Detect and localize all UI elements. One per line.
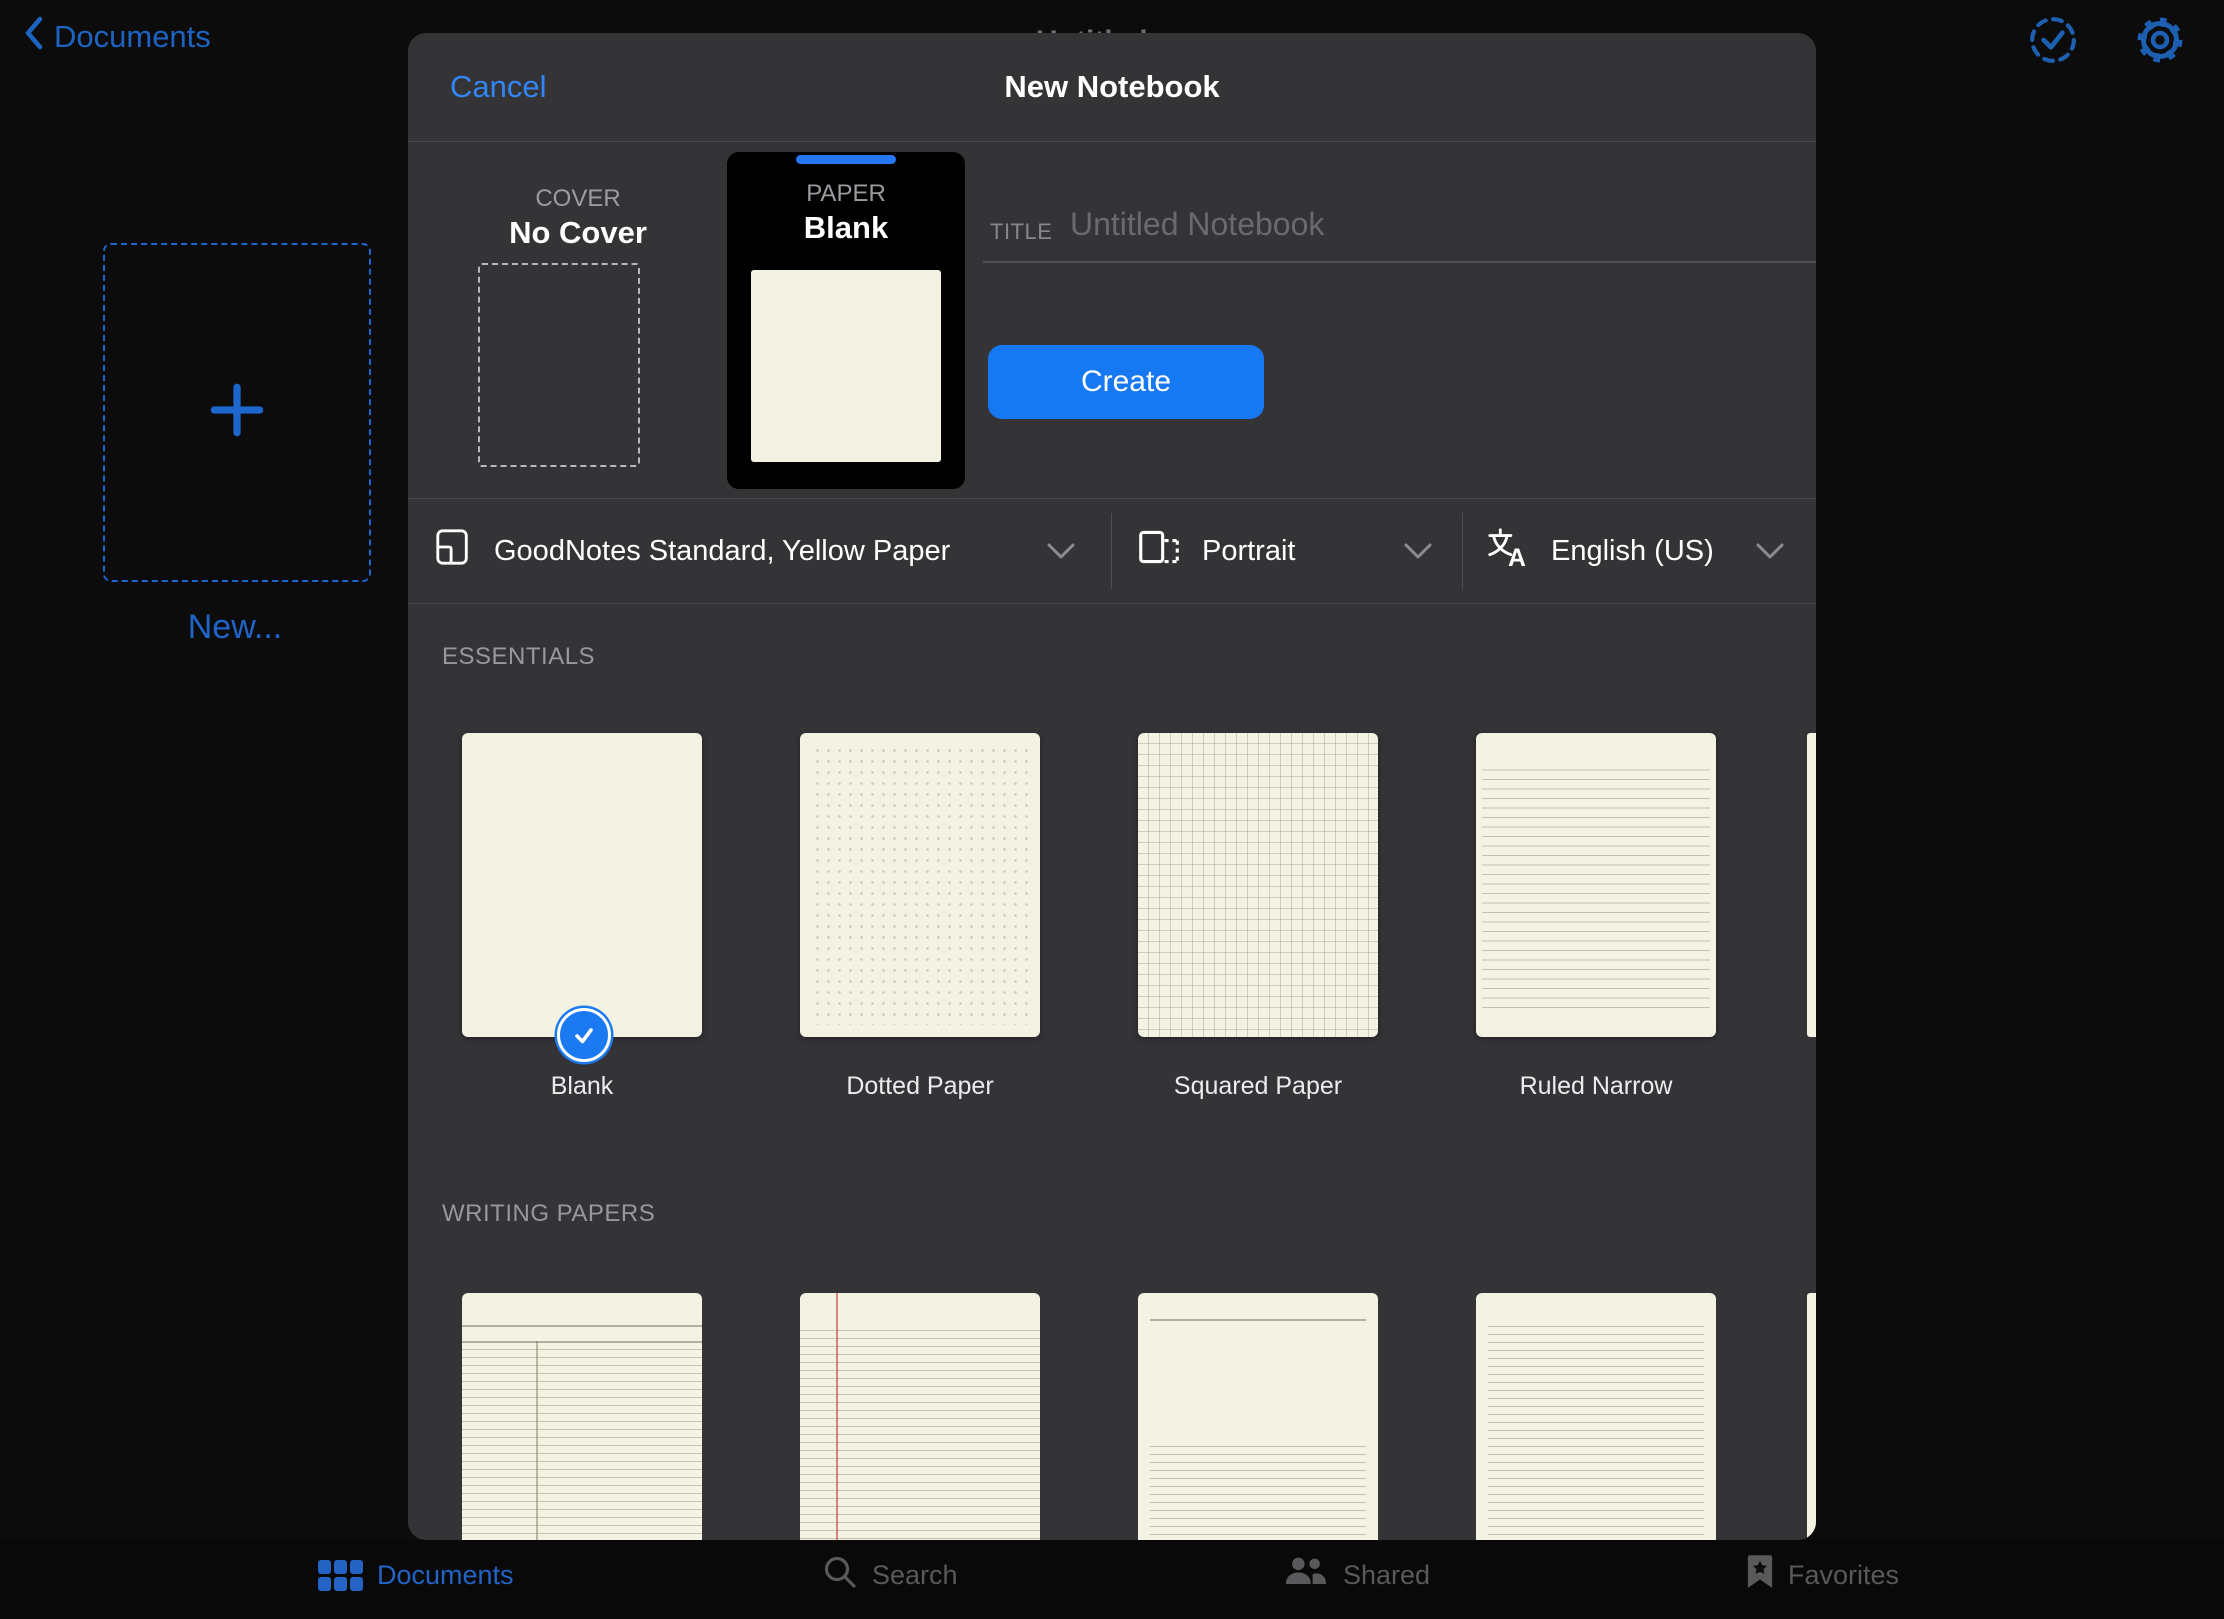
paper-template-partial[interactable] (1807, 733, 1816, 1037)
page-size-dropdown[interactable]: GoodNotes Standard, Yellow Paper (434, 499, 1094, 603)
language-icon: A (1485, 526, 1529, 576)
cover-section-label: COVER (468, 185, 688, 213)
ruled-pattern (1482, 761, 1710, 1013)
create-button[interactable]: Create (988, 345, 1264, 419)
paper-template-legal[interactable] (462, 1293, 702, 1540)
red-margin-line (836, 1293, 838, 1540)
paper-template-dotted[interactable] (800, 733, 1040, 1037)
divider (1111, 513, 1112, 589)
plus-icon (206, 379, 268, 446)
title-field-underline (983, 261, 1816, 263)
tab-shared[interactable]: Shared (1283, 1540, 1430, 1610)
paper-line (462, 1325, 702, 1327)
grid-pattern (1138, 733, 1378, 1037)
chevron-down-icon (1755, 535, 1785, 568)
paper-template-ruled-narrow[interactable] (1476, 733, 1716, 1037)
paper-template-squared[interactable] (1138, 733, 1378, 1037)
tab-favorites[interactable]: Favorites (1746, 1540, 1899, 1610)
modal-header: Cancel New Notebook (408, 33, 1816, 142)
goodnotes-screen: Documents Untitled New... Documents (0, 0, 2224, 1619)
chevron-down-icon (1046, 535, 1076, 568)
template-label-dotted: Dotted Paper (800, 1072, 1040, 1101)
cover-selected-value: No Cover (468, 215, 688, 251)
chevron-down-icon (1403, 535, 1433, 568)
paper-template-blank[interactable] (462, 733, 702, 1037)
svg-text:A: A (1508, 545, 1526, 568)
cover-picker[interactable] (478, 263, 640, 467)
paper-options-row: GoodNotes Standard, Yellow Paper (408, 498, 1816, 604)
tab-search[interactable]: Search (822, 1540, 958, 1610)
search-icon (822, 1554, 858, 1597)
back-chevron-icon (24, 16, 44, 58)
selected-check-badge (557, 1008, 611, 1062)
new-document-tile[interactable] (103, 243, 371, 582)
paper-line (1150, 1319, 1366, 1321)
paper-template-partial[interactable] (1807, 1293, 1816, 1540)
back-button-documents[interactable]: Documents (24, 16, 211, 58)
template-label-squared: Squared Paper (1138, 1072, 1378, 1101)
paper-section-label: PAPER (727, 180, 965, 208)
paper-template-half-ruled[interactable] (1138, 1293, 1378, 1540)
new-tile-label[interactable]: New... (103, 608, 367, 647)
grid-icon (318, 1560, 363, 1591)
dotted-pattern (812, 745, 1028, 1025)
paper-template-ruled[interactable] (1476, 1293, 1716, 1540)
modal-title: New Notebook (408, 33, 1816, 141)
bookmark-star-icon (1746, 1554, 1774, 1597)
page-size-icon (434, 528, 472, 574)
divider (1462, 513, 1463, 589)
paper-preview (751, 270, 941, 462)
section-title-writing-papers: WRITING PAPERS (442, 1200, 655, 1228)
paper-template-ruled-margin[interactable] (800, 1293, 1040, 1540)
language-dropdown[interactable]: A English (US) (1485, 499, 1805, 603)
back-button-label: Documents (54, 19, 211, 55)
paper-picker[interactable]: PAPER Blank (727, 152, 965, 489)
template-label-blank: Blank (462, 1072, 702, 1101)
settings-gear-icon[interactable] (2132, 12, 2188, 73)
new-notebook-modal: Cancel New Notebook COVER No Cover PAPER… (408, 33, 1816, 1540)
notebook-title-input[interactable] (1068, 205, 1772, 244)
ruled-pattern (462, 1342, 702, 1540)
template-label-ruled-narrow: Ruled Narrow (1476, 1072, 1716, 1101)
orientation-icon (1138, 528, 1180, 574)
bottom-tab-bar: Documents Search Shared (0, 1540, 2224, 1619)
select-checkmark-icon[interactable] (2028, 15, 2078, 70)
paper-selected-value: Blank (727, 210, 965, 246)
section-title-essentials: ESSENTIALS (442, 643, 595, 671)
tab-documents[interactable]: Documents (318, 1540, 514, 1610)
background-page-title-clipped: Untitled (1036, 0, 1236, 33)
title-field-label: TITLE (990, 219, 1052, 245)
active-tab-indicator (796, 155, 896, 164)
ruled-pattern (1488, 1319, 1704, 1540)
people-icon (1283, 1555, 1329, 1595)
ruled-pattern (1150, 1439, 1366, 1540)
orientation-dropdown[interactable]: Portrait (1138, 499, 1448, 603)
